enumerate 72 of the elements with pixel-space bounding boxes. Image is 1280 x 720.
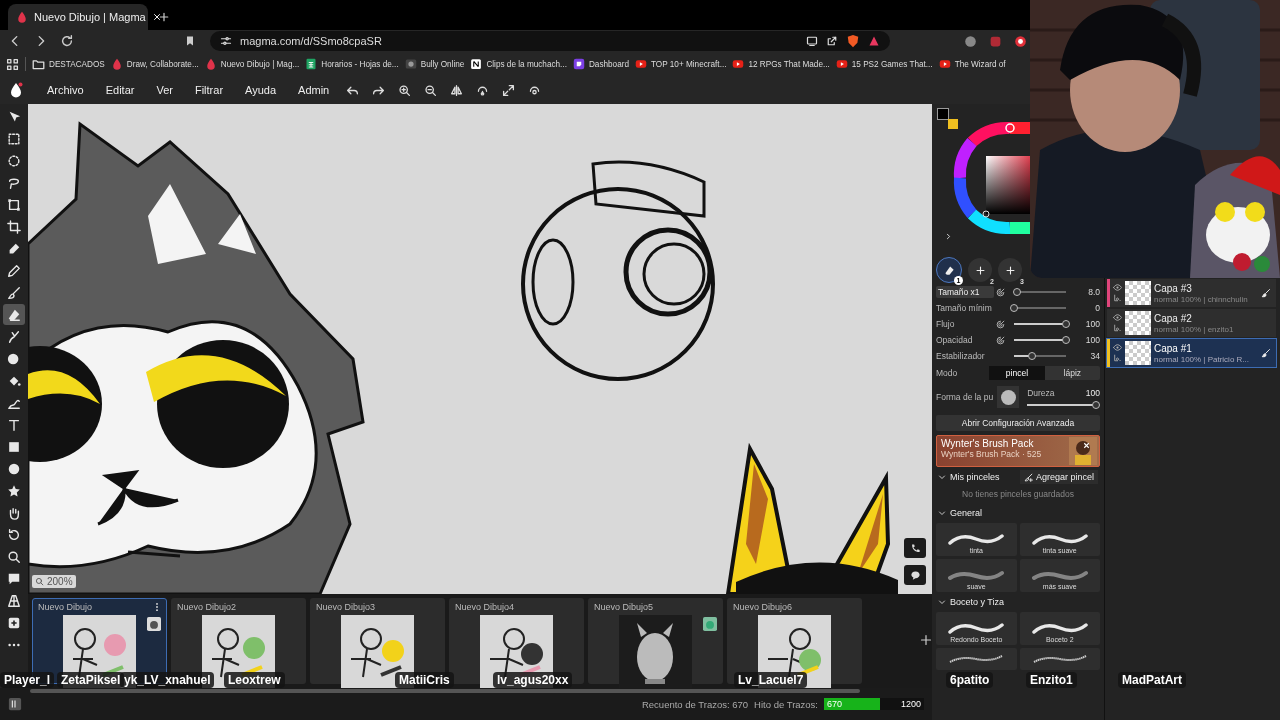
section-title: Mis pinceles	[950, 472, 1000, 482]
bookmark[interactable]: 12 RPGs That Made...	[732, 58, 830, 70]
menu-item[interactable]: Ver	[145, 84, 184, 96]
menu-item[interactable]: Editar	[94, 84, 146, 96]
layer-info: normal 100% | enzito1	[1154, 324, 1235, 334]
menu-item[interactable]: Archivo	[36, 84, 95, 96]
slider-value: 100	[1084, 335, 1100, 345]
bookmark[interactable]: TOP 10+ Minecraft...	[635, 58, 727, 70]
slider-label: Tamaño x1	[936, 286, 994, 298]
layer-name: Capa #3	[1154, 282, 1193, 294]
slider-value: 34	[1089, 351, 1100, 361]
address-bar[interactable]: magma.com/d/SSmo8cpaSR	[210, 31, 890, 51]
drawing-title: Nuevo Dibujo3	[316, 602, 376, 612]
layer-row[interactable]: Capa #1 normal 100% | Patricio R...	[1107, 339, 1276, 367]
layer-name: Capa #2	[1154, 312, 1193, 324]
bookmark[interactable]: Dashboard	[572, 58, 629, 70]
mode-option[interactable]: lápiz	[1044, 366, 1100, 380]
drawing-title: Nuevo Dibujo	[38, 602, 93, 612]
drawing-title: Nuevo Dibujo2	[177, 602, 237, 612]
drawing-title: Nuevo Dibujo5	[594, 602, 654, 612]
menu-item[interactable]: Admin	[287, 84, 341, 96]
bookmark[interactable]: Nuevo Dibujo | Mag...	[204, 58, 300, 70]
slider-value: 0	[1094, 303, 1100, 313]
stroke-count: Recuento de Trazos: 670	[641, 698, 749, 710]
viewer-name: yk_LV_xnahuel	[120, 672, 215, 688]
mode-option[interactable]: pincel	[989, 366, 1045, 380]
bookmark[interactable]: DESTACADOS	[32, 57, 105, 71]
hardness-label: Dureza	[1027, 388, 1055, 398]
layer-row[interactable]: Capa #3 normal 100% | chinnchulin	[1107, 279, 1276, 307]
zoom-level: 200%	[47, 576, 73, 587]
slider-value: 100	[1084, 319, 1100, 329]
bookmark[interactable]: Draw, Collaborate...	[110, 58, 199, 70]
layer-name: Capa #1	[1154, 342, 1193, 354]
viewer-name: Lv_Lacuel7	[734, 672, 808, 688]
promo-subtitle: Wynter's Brush Pack · 525	[941, 449, 1042, 459]
menu-item[interactable]: Ayuda	[234, 84, 288, 96]
drawing-title: Nuevo Dibujo4	[455, 602, 515, 612]
layer-info: normal 100% | Patricio R...	[1154, 354, 1250, 364]
bookmark[interactable]: Clips de la muchach...	[470, 58, 567, 70]
drawing-title: Nuevo Dibujo6	[733, 602, 793, 612]
bookmark[interactable]: Bully Online	[404, 58, 465, 70]
empty-message: No tienes pinceles guardados	[961, 488, 1075, 501]
bookmark[interactable]: The Wizard of	[938, 58, 1006, 70]
stroke-milestone-label: Hito de Trazos:	[754, 698, 818, 710]
viewer-name: Enzito1	[1026, 672, 1077, 688]
mode-label: Modo	[936, 368, 958, 378]
slider-label: Estabilizador	[936, 351, 986, 361]
add-brush-button[interactable]: Agregar pincel	[1019, 470, 1098, 484]
section-title: Boceto y Tiza	[950, 597, 1005, 607]
tip-shape-label: Forma de la pu	[936, 392, 994, 402]
viewer-name: 6patito	[946, 672, 994, 688]
viewer-name: Leoxtrew	[224, 672, 285, 688]
milestone-value: 670	[826, 699, 844, 709]
promo-banner[interactable]: Wynter's Brush Pack Wynter's Brush Pack · 525	[936, 435, 1100, 467]
section-title: General	[950, 508, 983, 518]
slider-label: Opacidad	[936, 335, 974, 345]
layer-row[interactable]: Capa #2 normal 100% | enzito1	[1107, 309, 1276, 337]
bookmark[interactable]: Horarios - Hojas de...	[305, 58, 399, 70]
viewer-name: lv_agus20xx	[493, 672, 573, 688]
promo-title: Wynter's Brush Pack	[941, 438, 1034, 449]
viewer-name: Player_l	[0, 672, 55, 688]
viewer-name: MatiiCris	[395, 672, 454, 688]
slider-value: 8.0	[1087, 287, 1100, 297]
bookmark[interactable]: 15 PS2 Games That...	[835, 58, 933, 70]
menu-item[interactable]: Filtrar	[183, 84, 235, 96]
slider-label: Flujo	[936, 319, 956, 329]
slider-label: Tamaño mínim	[936, 303, 993, 313]
layer-info: normal 100% | chinnchulin	[1154, 294, 1249, 304]
viewer-name: MadPatArt	[1118, 672, 1186, 688]
milestone-target: 1200	[899, 699, 922, 709]
advanced-settings-button[interactable]: Abrir Configuración Avanzada	[936, 415, 1100, 431]
hardness-value: 100	[1085, 388, 1100, 398]
